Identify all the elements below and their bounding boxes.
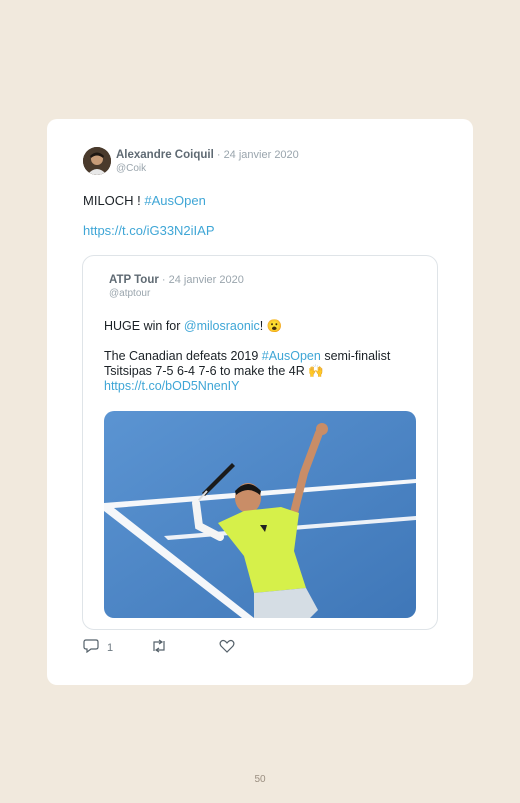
- retweet-button[interactable]: [150, 639, 168, 656]
- tennis-photo[interactable]: [104, 411, 416, 618]
- like-icon: [219, 639, 235, 656]
- tweet-text: MILOCH ! #AusOpen: [83, 193, 206, 208]
- quoted-line-2-suffix: semi-finalist: [320, 349, 391, 363]
- reply-icon: [83, 639, 99, 656]
- quoted-author-line: ATP Tour · 24 janvier 2020: [109, 274, 244, 286]
- avatar[interactable]: [83, 147, 111, 175]
- quoted-line-1-suffix: ! 😮: [259, 319, 283, 333]
- tweet-date[interactable]: 24 janvier 2020: [224, 149, 299, 161]
- quoted-text: HUGE win for @milosraonic! 😮 The Canadia…: [104, 319, 424, 394]
- quoted-handle[interactable]: @atptour: [109, 288, 150, 299]
- quoted-hashtag-link[interactable]: #AusOpen: [262, 349, 321, 363]
- quoted-tweet[interactable]: ATP Tour · 24 janvier 2020 @atptour HUGE…: [82, 255, 438, 630]
- reply-button[interactable]: 1: [83, 639, 113, 656]
- quoted-line-1-prefix: HUGE win for: [104, 319, 184, 333]
- mention-link[interactable]: @milosraonic: [184, 319, 260, 333]
- hashtag-link[interactable]: #AusOpen: [144, 193, 205, 208]
- quoted-line-2-prefix: The Canadian defeats 2019: [104, 349, 262, 363]
- quoted-date[interactable]: 24 janvier 2020: [169, 274, 244, 286]
- quoted-author-name[interactable]: ATP Tour: [109, 274, 159, 286]
- quoted-url-link[interactable]: https://t.co/bOD5NnenIY: [104, 379, 424, 394]
- like-button[interactable]: [219, 639, 235, 656]
- author-separator: ·: [213, 149, 224, 161]
- retweet-icon: [150, 639, 168, 656]
- quoted-line-1: HUGE win for @milosraonic! 😮: [104, 319, 424, 334]
- author-name[interactable]: Alexandre Coiquil: [116, 149, 214, 161]
- quoted-line-3: Tsitsipas 7-5 6-4 7-6 to make the 4R 🙌: [104, 364, 324, 378]
- quoted-line-2: The Canadian defeats 2019 #AusOpen semi-…: [104, 349, 424, 364]
- page-number: 50: [254, 774, 266, 785]
- tweet-url-link[interactable]: https://t.co/iG33N2iIAP: [83, 223, 215, 238]
- tweet-text-body: MILOCH !: [83, 193, 145, 208]
- author-handle[interactable]: @Coik: [116, 163, 146, 174]
- quoted-separator: ·: [158, 274, 169, 286]
- tweet-card: Alexandre Coiquil · 24 janvier 2020 @Coi…: [47, 119, 473, 685]
- author-line: Alexandre Coiquil · 24 janvier 2020: [116, 149, 299, 161]
- reply-count: 1: [107, 641, 114, 654]
